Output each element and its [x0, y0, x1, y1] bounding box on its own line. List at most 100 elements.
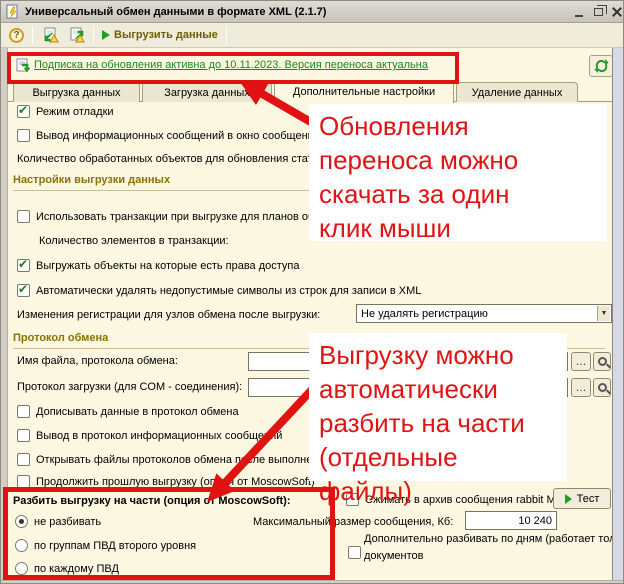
toolbar-separator — [93, 26, 94, 44]
tab-import-data[interactable]: Загрузка данных — [142, 82, 272, 102]
section-title: Настройки выгрузки данных — [13, 174, 171, 186]
checkbox-icon — [17, 429, 30, 442]
protocol-com-open-button[interactable] — [593, 378, 611, 397]
refresh-button[interactable] — [589, 55, 613, 77]
field-label: Протокол загрузки (для COM - соединения)… — [17, 381, 243, 393]
checkbox-auto-remove-invalid[interactable]: Автоматически удалять недопустимые симво… — [17, 282, 422, 297]
toolbar-separator — [225, 26, 227, 44]
checkbox-export-with-rights[interactable]: Выгружать объекты на которые есть права … — [17, 257, 300, 272]
ellipsis-icon: … — [575, 381, 587, 394]
registration-changes-select[interactable]: Не удалять регистрацию ▼ — [356, 304, 612, 323]
field-label: Имя файла, протокола обмена: — [17, 355, 178, 367]
checkbox-label: Вывод в протокол информационных сообщени… — [36, 429, 283, 442]
tab-label: Дополнительные настройки — [292, 86, 436, 98]
checkbox-label: Открывать файлы протоколов обмена после … — [36, 453, 325, 466]
save-settings-button[interactable] — [37, 25, 63, 45]
magnifier-icon — [597, 383, 607, 392]
label-items-in-transaction: Количество элементов в транзакции: — [39, 235, 229, 247]
tab-delete-data[interactable]: Удаление данных — [456, 82, 578, 102]
checkbox-info-messages[interactable]: Вывод информационных сообщений в окно со… — [17, 129, 320, 142]
checkbox-icon — [17, 282, 30, 297]
test-button[interactable]: Тест — [553, 488, 611, 509]
checkbox-protocol-info-messages[interactable]: Вывод в протокол информационных сообщени… — [17, 429, 282, 442]
help-icon: ? — [9, 27, 24, 43]
play-icon — [102, 30, 110, 40]
field-label: Количество элементов в транзакции: — [39, 235, 229, 247]
label-protocol-com: Протокол загрузки (для COM - соединения)… — [17, 381, 242, 393]
checkbox-icon — [17, 103, 30, 118]
refresh-icon — [594, 59, 608, 73]
checkbox-icon — [17, 405, 30, 418]
export-data-button[interactable]: Выгрузить данные — [98, 27, 222, 43]
test-button-label: Тест — [576, 492, 600, 505]
window-title: Универсальный обмен данными в формате XM… — [25, 5, 327, 18]
annotation-note-updates: Обновления переноса можно скачать за оди… — [309, 104, 607, 243]
load-settings-button[interactable] — [63, 25, 89, 45]
checkbox-label: Дописывать данные в протокол обмена — [36, 405, 239, 418]
window-frame-right — [612, 48, 623, 581]
checkbox-label: Использовать транзакции при выгрузке для… — [36, 210, 340, 223]
tab-label: Загрузка данных — [164, 86, 250, 99]
label-line: документов — [364, 550, 424, 562]
protocol-com-browse-button[interactable]: … — [571, 378, 591, 397]
label-processed-objects: Количество обработанных объектов для обн… — [17, 153, 313, 165]
field-label: Количество обработанных объектов для обн… — [17, 153, 313, 165]
note-line: переноса можно — [319, 145, 519, 175]
close-button[interactable] — [608, 4, 623, 19]
checkbox-icon — [348, 546, 361, 559]
note-line: автоматически — [319, 374, 498, 404]
protocol-file-open-button[interactable] — [593, 352, 611, 371]
minimize-button[interactable] — [571, 4, 587, 19]
checkbox-open-protocol-files[interactable]: Открывать файлы протоколов обмена после … — [17, 453, 325, 466]
checkbox-label: Автоматически удалять недопустимые симво… — [36, 284, 422, 297]
label-registration-changes: Изменения регистрации для узлов обмена п… — [17, 309, 320, 321]
title-bar: Универсальный обмен данными в формате XM… — [1, 1, 623, 23]
ellipsis-icon: … — [575, 355, 587, 368]
checkbox-icon — [17, 453, 30, 466]
checkbox-icon — [17, 257, 30, 272]
checkbox-icon — [17, 129, 30, 142]
toolbar: ? Выгрузить данные — [1, 23, 623, 48]
note-line: Выгрузку можно — [319, 340, 514, 370]
window-frame-bottom — [1, 580, 623, 583]
selected-value: Не удалять регистрацию — [361, 307, 488, 320]
annotation-box-split-section — [3, 487, 335, 580]
checkbox-label: Вывод информационных сообщений в окно со… — [36, 129, 320, 142]
toolbar-separator — [32, 26, 33, 44]
protocol-file-browse-button[interactable]: … — [571, 352, 591, 371]
label-protocol-file: Имя файла, протокола обмена: — [17, 355, 178, 367]
magnifier-icon — [597, 357, 607, 366]
note-line: скачать за один — [319, 179, 510, 209]
note-line: разбить на части — [319, 408, 525, 438]
tab-label: Выгрузка данных — [32, 86, 121, 99]
save-settings-icon — [44, 27, 59, 43]
help-button[interactable]: ? — [5, 26, 28, 45]
checkbox-debug-mode[interactable]: Режим отладки — [17, 103, 114, 118]
checkbox-label: Продолжить прошлую выгрузку (опция от Mo… — [36, 475, 315, 488]
checkbox-append-protocol[interactable]: Дописывать данные в протокол обмена — [17, 405, 239, 418]
note-line: Обновления — [319, 111, 469, 141]
max-size-input[interactable] — [465, 511, 557, 530]
field-label: Изменения регистрации для узлов обмена п… — [17, 309, 321, 321]
export-data-label: Выгрузить данные — [114, 29, 218, 41]
app-window: Универсальный обмен данными в формате XM… — [0, 0, 624, 584]
label-line: Дополнительно разбивать по дням (работае… — [364, 533, 623, 545]
note-line: клик мыши — [319, 213, 451, 243]
load-settings-icon — [70, 27, 85, 43]
checkbox-icon — [17, 210, 30, 223]
annotation-note-split: Выгрузку можно автоматически разбить на … — [309, 333, 567, 506]
restore-icon — [593, 4, 607, 16]
app-icon — [6, 4, 18, 19]
play-icon — [564, 493, 572, 504]
tab-label: Удаление данных — [471, 86, 563, 99]
checkbox-label: Режим отладки — [36, 105, 114, 118]
checkbox-label: Выгружать объекты на которые есть права … — [36, 259, 300, 272]
annotation-box-subscription — [7, 52, 459, 84]
chevron-down-icon[interactable]: ▼ — [597, 306, 610, 321]
tab-export-data[interactable]: Выгрузка данных — [13, 82, 140, 102]
label-split-by-days: Дополнительно разбивать по дням (работае… — [364, 531, 623, 565]
note-line: (отдельные файлы) — [319, 442, 458, 506]
restore-button[interactable] — [590, 4, 607, 19]
checkbox-split-by-days[interactable] — [348, 546, 361, 559]
checkbox-use-transactions[interactable]: Использовать транзакции при выгрузке для… — [17, 210, 340, 223]
